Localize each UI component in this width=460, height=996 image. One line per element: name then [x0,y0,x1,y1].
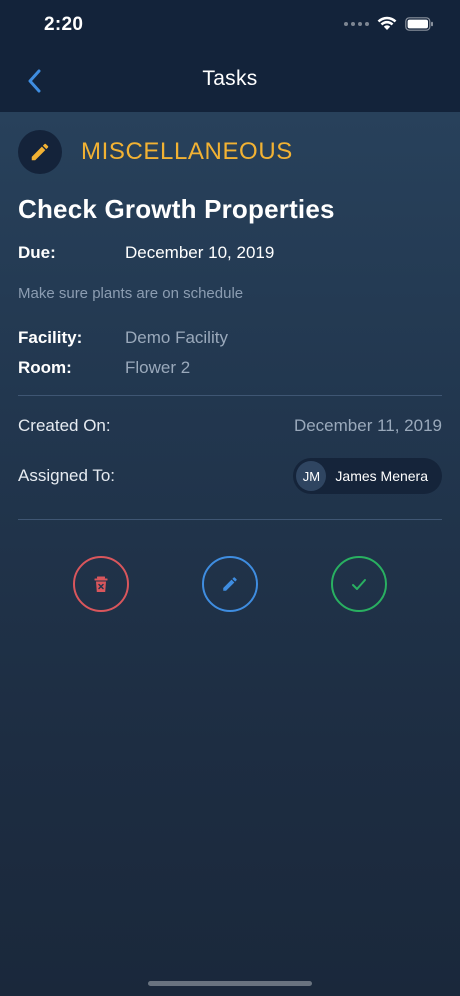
top-bar: 2:20 Tasks [0,0,460,112]
divider [18,519,442,520]
delete-button[interactable] [73,556,129,612]
avatar: JM [296,461,327,491]
wifi-icon [377,16,397,30]
facility-value: Demo Facility [125,328,228,347]
created-on-value: December 11, 2019 [293,416,442,435]
task-title: Check Growth Properties [18,194,335,224]
checkmark-icon [352,578,366,590]
category-icon-badge [18,130,62,174]
cellular-signal-icon [344,21,369,26]
trash-icon [94,576,108,592]
due-row: Due: December 10, 2019 [18,243,442,263]
assigned-to-label: Assigned To: [18,466,116,485]
navigation-bar: Tasks [0,56,460,106]
facility-row: Facility: Demo Facility [18,328,442,348]
assigned-to-row: Assigned To: JM James Menera [18,458,442,494]
task-category: MISCELLANEOUS [18,130,442,174]
pencil-icon [31,143,49,161]
created-on-label: Created On: [18,416,111,435]
task-details: MISCELLANEOUS Check Growth Properties Du… [18,130,442,520]
assignee-name: James Menera [335,468,428,484]
status-time: 2:20 [44,14,84,35]
divider [18,395,442,396]
task-description: Make sure plants are on schedule [18,285,244,302]
due-label: Due: [18,243,56,262]
room-value: Flower 2 [125,358,191,377]
pencil-icon [223,577,237,591]
task-actions [0,556,460,612]
battery-icon [405,16,433,31]
room-row: Room: Flower 2 [18,358,442,378]
home-indicator[interactable] [148,981,312,986]
page-title: Tasks [202,67,258,90]
assignee-chip[interactable]: JM James Menera [293,458,442,494]
created-on-row: Created On: December 11, 2019 [18,416,442,436]
room-label: Room: [18,358,72,377]
status-bar: 2:20 [0,0,460,50]
category-label: MISCELLANEOUS [81,138,293,165]
complete-button[interactable] [331,556,387,612]
status-icons [344,16,434,31]
due-value: December 10, 2019 [125,243,275,262]
facility-label: Facility: [18,328,83,347]
edit-button[interactable] [202,556,258,612]
